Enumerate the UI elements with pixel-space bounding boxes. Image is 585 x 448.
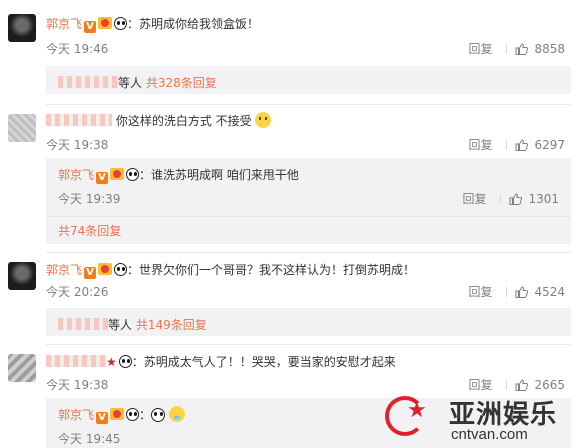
avatar[interactable]	[8, 354, 36, 382]
comment-text: 你这样的洗白方式 不接受	[115, 114, 252, 128]
divider	[500, 194, 502, 204]
cat-emoji-icon	[255, 112, 272, 128]
username[interactable]: 郭京飞	[46, 17, 82, 31]
comment-actions: 回复 4524	[468, 283, 565, 300]
verified-v-badge-icon: V	[84, 267, 97, 279]
blurred-usernames	[58, 76, 118, 88]
reply-actions: 回复 1301	[462, 190, 559, 207]
like-count: 2665	[534, 378, 565, 392]
like-count: 4524	[534, 285, 565, 299]
sleepy-emoji-icon	[168, 406, 185, 422]
comment-text: ：苏明成你给我领盒饭！	[127, 17, 260, 31]
panda-badge-icon	[118, 355, 132, 368]
divider	[506, 44, 508, 54]
like-count: 6297	[534, 138, 565, 152]
reply-summary-suffix: 等人	[118, 76, 143, 90]
reply-username[interactable]: 郭京飞	[58, 168, 94, 182]
reply-text: ：	[139, 408, 152, 422]
reply-box: 郭京飞 V ：谁洗苏明成啊 咱们来甩干他 今天 19:39 回复 1301 共74条回…	[46, 158, 571, 244]
blurred-username[interactable]	[46, 114, 112, 126]
reply-button[interactable]: 回复	[468, 138, 492, 152]
timestamp: 今天 20:26	[46, 285, 109, 299]
reply-button[interactable]: 回复	[468, 42, 492, 56]
like-count: 1301	[528, 192, 559, 206]
verified-v-badge-icon: V	[96, 172, 109, 184]
more-replies-link[interactable]: 共328条回复	[146, 76, 217, 90]
comment-actions: 回复 6297	[468, 136, 565, 153]
reply-button[interactable]: 回复	[462, 192, 486, 206]
panda-badge-icon	[114, 17, 128, 30]
separator	[46, 344, 571, 345]
divider	[46, 216, 571, 217]
separator	[46, 252, 571, 253]
star-badge-icon: ★	[106, 355, 117, 369]
avatar[interactable]	[8, 262, 36, 290]
vip-crown-badge-icon	[98, 263, 113, 275]
timestamp: 今天 19:38	[46, 378, 109, 392]
reply-username[interactable]: 郭京飞	[58, 408, 94, 422]
like-thumb-icon[interactable]	[515, 139, 529, 151]
comment-actions: 回复 2665	[468, 376, 565, 393]
reply-summary-box: 等人 共149条回复	[46, 308, 571, 336]
like-thumb-icon[interactable]	[515, 379, 529, 391]
vip-crown-badge-icon	[98, 17, 113, 29]
reply-timestamp: 今天 19:39	[58, 192, 121, 206]
like-count: 8858	[534, 42, 565, 56]
username[interactable]: 郭京飞	[46, 263, 82, 277]
reply-timestamp: 今天 19:45	[58, 432, 121, 446]
divider	[506, 140, 508, 150]
verified-v-badge-icon: V	[96, 412, 109, 424]
reply-button[interactable]: 回复	[468, 378, 492, 392]
divider	[506, 380, 508, 390]
like-thumb-icon[interactable]	[515, 286, 529, 298]
reply-summary-suffix: 等人	[108, 318, 133, 332]
more-replies-link[interactable]: 共149条回复	[136, 318, 207, 332]
verified-v-badge-icon: V	[84, 21, 97, 33]
vip-crown-badge-icon	[110, 408, 125, 420]
more-replies-link[interactable]: 共74条回复	[58, 222, 121, 239]
panda-badge-icon	[114, 263, 128, 276]
reply-button[interactable]: 回复	[468, 285, 492, 299]
site-watermark: ★ 亚洲娱乐 cntvan.com	[385, 392, 575, 446]
avatar[interactable]	[8, 14, 36, 42]
watermark-url: cntvan.com	[451, 426, 528, 443]
timestamp: 今天 19:38	[46, 138, 109, 152]
comment-text: ：世界欠你们一个哥哥？我不这样认为！打倒苏明成！	[127, 263, 416, 277]
avatar[interactable]	[8, 114, 36, 142]
reply-text: ：谁洗苏明成啊 咱们来甩干他	[139, 168, 299, 182]
panda-badge-icon	[126, 408, 140, 421]
like-thumb-icon[interactable]	[515, 43, 529, 55]
timestamp: 今天 19:46	[46, 42, 109, 56]
comment-actions: 回复 8858	[468, 40, 565, 57]
comment-text: ：苏明成太气人了！！哭哭，要当家的安慰才起来	[131, 355, 396, 369]
vip-crown-badge-icon	[110, 168, 125, 180]
panda-emoji-icon	[151, 408, 166, 422]
reply-summary-box: 等人 共328条回复	[46, 66, 571, 94]
blurred-username[interactable]	[46, 355, 106, 367]
separator	[46, 104, 571, 105]
like-thumb-icon[interactable]	[509, 193, 523, 205]
watermark-star-icon: ★	[407, 398, 427, 423]
divider	[506, 287, 508, 297]
blurred-usernames	[58, 318, 108, 330]
panda-badge-icon	[126, 168, 140, 181]
